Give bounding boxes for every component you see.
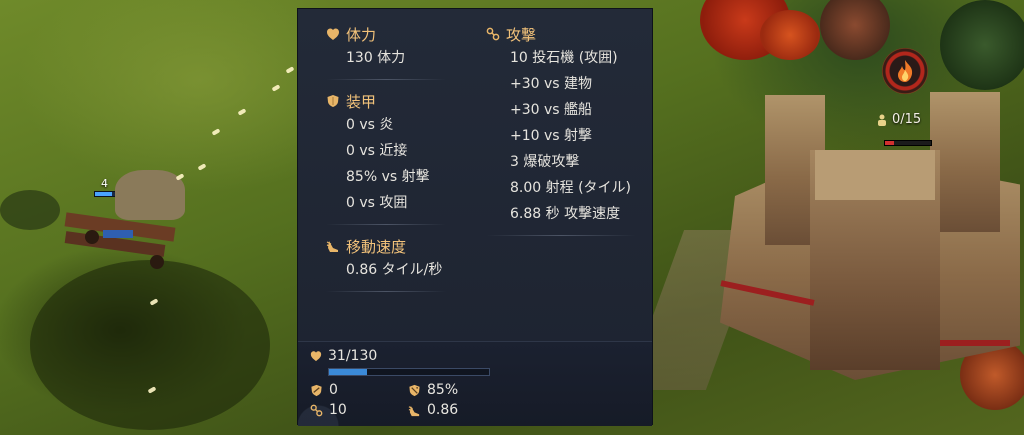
heart-shield-icon: [327, 28, 339, 40]
stat-attack: 10: [310, 402, 347, 418]
armor-heading: 装甲: [326, 90, 456, 112]
attack-splash: 3 爆破攻撃: [510, 154, 580, 170]
shield-icon: [327, 95, 339, 107]
unit-hp-fill: [329, 369, 368, 375]
fire-badge[interactable]: [882, 48, 928, 94]
tooltip-right-column: 攻撃 10 投石機 (攻囲) +30 vs 建物 +30 vs 艦船 +10 v…: [486, 23, 646, 236]
unit-hp-track: [328, 368, 490, 376]
divider: [486, 235, 636, 236]
projectile: [197, 163, 207, 171]
winged-boot-icon: [408, 405, 420, 416]
tooltip-left-column: 体力 130 体力 装甲 0 vs 炎 0 vs 近接 85% vs 射撃 0 …: [326, 23, 456, 302]
garrison-indicator[interactable]: 0/15: [876, 112, 921, 127]
villager-icon: [878, 114, 886, 126]
fortress-tower-right: [930, 92, 1000, 232]
keep-roof: [815, 150, 935, 200]
bush: [0, 190, 60, 230]
health-value: 130 体力: [346, 50, 406, 66]
projectile: [211, 128, 221, 136]
winged-boot-icon: [326, 241, 338, 252]
fire-icon: [898, 60, 913, 82]
health-heading: 体力: [326, 23, 456, 45]
wave-pattern: [432, 342, 652, 426]
stat-melee-armor: 0: [310, 382, 338, 398]
autumn-tree: [760, 10, 820, 60]
catapult-unit[interactable]: [55, 160, 195, 280]
attack-heading: 攻撃: [486, 23, 646, 45]
attack-bonus-ranged: +10 vs 射撃: [510, 128, 593, 144]
pine-tree: [940, 0, 1024, 90]
attack-base: 10 投石機 (攻囲): [510, 50, 618, 66]
stat-speed: 0.86: [408, 402, 458, 418]
divider: [326, 224, 446, 225]
projectile: [271, 84, 281, 92]
armor-fire: 0 vs 炎: [346, 117, 394, 133]
speed-heading: 移動速度: [326, 235, 456, 257]
garrison-count: 0/15: [892, 112, 922, 127]
ranged-armor-icon: [409, 384, 420, 396]
crossed-swords-icon: [310, 404, 323, 416]
crossed-swords-icon: [486, 27, 500, 41]
armor-melee: 0 vs 近接: [346, 143, 408, 159]
armor-siege: 0 vs 攻囲: [346, 195, 408, 211]
armor-ranged: 85% vs 射撃: [346, 169, 430, 185]
selected-unit-panel: 31/130 0 85% 10 0.86: [298, 341, 652, 426]
heart-shield-icon: [310, 351, 322, 362]
divider: [326, 291, 446, 292]
unit-stats-tooltip: 体力 130 体力 装甲 0 vs 炎 0 vs 近接 85% vs 射撃 0 …: [297, 8, 653, 426]
attack-speed: 6.88 秒 攻撃速度: [510, 206, 621, 222]
attack-bonus-ships: +30 vs 艦船: [510, 102, 593, 118]
divider: [326, 79, 446, 80]
stat-ranged-armor: 85%: [408, 382, 458, 398]
shadow-patch: [30, 260, 270, 430]
attack-range: 8.00 射程 (タイル): [510, 180, 631, 196]
pine-tree: [820, 0, 890, 60]
fortress-hp-bar: [884, 140, 932, 146]
unit-hp-readout: 31/130: [310, 348, 377, 364]
speed-value: 0.86 タイル/秒: [346, 262, 443, 278]
projectile: [285, 66, 295, 74]
projectile: [237, 108, 247, 116]
melee-armor-icon: [311, 384, 322, 396]
fortress-banner-band: [940, 340, 1010, 346]
attack-bonus-buildings: +30 vs 建物: [510, 76, 593, 92]
